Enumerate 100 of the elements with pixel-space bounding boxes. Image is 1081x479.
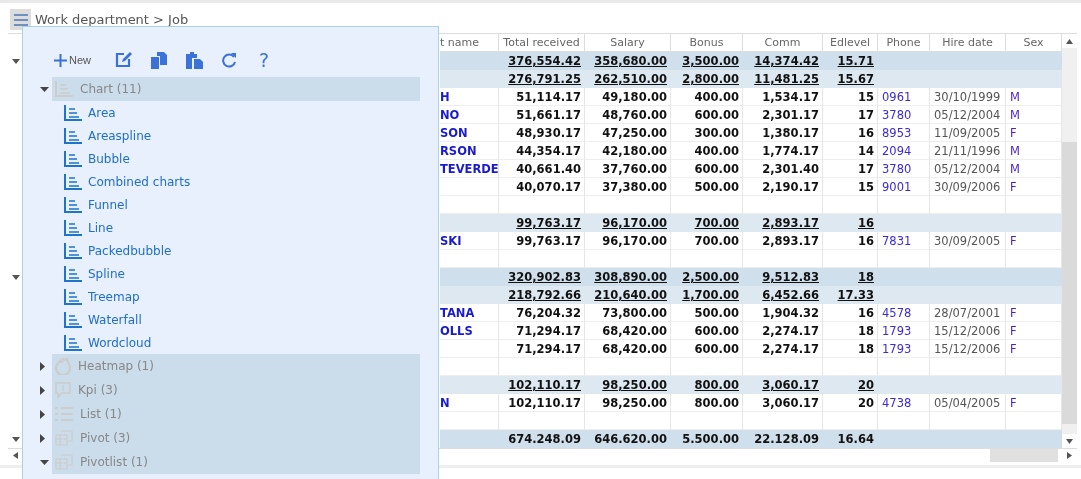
collapse-arrow-icon[interactable] bbox=[12, 274, 20, 280]
chart-icon bbox=[64, 173, 82, 190]
scroll-thumb[interactable] bbox=[1062, 142, 1077, 424]
refresh-icon[interactable] bbox=[222, 52, 237, 68]
table-cell: 30/09/2005 bbox=[934, 234, 1001, 248]
table-cell: 17.33 bbox=[837, 288, 874, 302]
tree-item[interactable]: Bubble bbox=[64, 147, 130, 170]
table-cell: 2094 bbox=[882, 144, 912, 158]
collapse-arrow-icon[interactable] bbox=[12, 436, 20, 442]
scroll-left-icon[interactable] bbox=[13, 452, 18, 459]
table-cell: F bbox=[1010, 396, 1017, 410]
tree-category[interactable]: Pivotlist (1) bbox=[52, 450, 420, 474]
table-cell: 20 bbox=[858, 378, 874, 392]
plus-icon bbox=[54, 53, 67, 67]
tree-item[interactable]: Funnel bbox=[64, 193, 128, 216]
table-cell: 11,481.25 bbox=[754, 72, 819, 86]
table-cell: 674.248.09 bbox=[508, 432, 581, 446]
table-cell: 16 bbox=[858, 216, 874, 230]
table-cell: 2,274.17 bbox=[762, 324, 819, 338]
tree-item[interactable]: Packedbubble bbox=[64, 239, 172, 262]
table-cell: 1793 bbox=[882, 342, 912, 356]
tree-category[interactable]: Kpi (3) bbox=[52, 378, 420, 402]
table-cell: 2,301.40 bbox=[762, 162, 819, 176]
table-icon bbox=[55, 430, 73, 446]
table-cell: 400.00 bbox=[694, 144, 739, 158]
table-cell: 30/09/2006 bbox=[934, 180, 1001, 194]
tree-category[interactable]: Heatmap (1) bbox=[52, 354, 420, 378]
table-cell: 2,893.17 bbox=[762, 234, 819, 248]
chart-icon bbox=[64, 127, 82, 144]
table-cell: 18 bbox=[858, 270, 874, 284]
table-cell: RSON bbox=[440, 144, 477, 158]
table-cell: 98,250.00 bbox=[602, 396, 667, 410]
table-cell: 37,380.00 bbox=[602, 180, 667, 194]
table-cell: 05/12/2004 bbox=[934, 162, 1001, 176]
table-cell: 15.67 bbox=[837, 72, 874, 86]
tree-item[interactable]: Line bbox=[64, 216, 113, 239]
tree-item[interactable]: Treemap bbox=[64, 285, 140, 308]
scroll-down-icon[interactable] bbox=[1066, 438, 1073, 444]
table-cell: 2,190.17 bbox=[762, 180, 819, 194]
table-cell: 2,301.17 bbox=[762, 108, 819, 122]
table-cell: 800.00 bbox=[694, 396, 739, 410]
comment-icon bbox=[55, 381, 71, 399]
chart-icon bbox=[64, 104, 82, 121]
menu-button[interactable] bbox=[10, 9, 31, 30]
chart-icon bbox=[64, 219, 82, 236]
table-cell: N bbox=[440, 396, 450, 410]
table-cell: 14,374.42 bbox=[754, 54, 819, 68]
breadcrumb: Work department > Job bbox=[35, 12, 189, 27]
table-cell: 700.00 bbox=[694, 234, 739, 248]
scroll-up-icon[interactable] bbox=[1066, 38, 1073, 44]
edit-icon[interactable] bbox=[115, 52, 132, 68]
scroll-right-icon[interactable] bbox=[1067, 452, 1072, 459]
table-cell: 21/11/1996 bbox=[934, 144, 1001, 158]
table-cell: 102,110.17 bbox=[508, 378, 581, 392]
collapse-arrow-icon[interactable] bbox=[12, 58, 20, 64]
table-cell: F bbox=[1010, 342, 1017, 356]
collapse-arrow-icon[interactable] bbox=[40, 459, 52, 465]
tree-item[interactable]: Area bbox=[64, 101, 116, 124]
table-cell: 18 bbox=[858, 324, 874, 338]
scroll-thumb[interactable] bbox=[990, 449, 1058, 462]
table-cell: 05/12/2004 bbox=[934, 108, 1001, 122]
table-cell: 40,661.40 bbox=[516, 162, 581, 176]
table-cell: 276,791.25 bbox=[508, 72, 581, 86]
chart-icon bbox=[64, 288, 82, 305]
table-cell: 51,661.17 bbox=[516, 108, 581, 122]
table-cell: 308,890.00 bbox=[594, 270, 667, 284]
table-cell: 1,904.32 bbox=[762, 306, 819, 320]
collapse-arrow-icon[interactable] bbox=[40, 86, 52, 92]
table-cell: F bbox=[1010, 180, 1017, 194]
tree-item[interactable]: Combined charts bbox=[64, 170, 191, 193]
tree-category[interactable]: Chart (11) bbox=[52, 77, 420, 101]
tree-category[interactable]: Pivot (3) bbox=[52, 426, 420, 450]
table-cell: 51,114.17 bbox=[516, 90, 581, 104]
tree-item[interactable]: Areaspline bbox=[64, 124, 152, 147]
category-label: Kpi (3) bbox=[78, 383, 118, 397]
chart-icon bbox=[64, 150, 82, 167]
table-cell: F bbox=[1010, 324, 1017, 338]
table-cell: F bbox=[1010, 126, 1017, 140]
vertical-scrollbar[interactable] bbox=[1062, 34, 1077, 448]
table-cell: 600.00 bbox=[694, 342, 739, 356]
tree-item[interactable]: Spline bbox=[64, 262, 125, 285]
table-cell: 15 bbox=[858, 90, 874, 104]
copy-icon[interactable] bbox=[151, 51, 167, 69]
table-cell: 1,380.17 bbox=[762, 126, 819, 140]
tree-category[interactable]: List (1) bbox=[52, 402, 420, 426]
table-cell: 300.00 bbox=[694, 126, 739, 140]
table-cell: 37,760.00 bbox=[602, 162, 667, 176]
tree-item[interactable]: Waterfall bbox=[64, 308, 142, 331]
flame-icon bbox=[55, 357, 71, 375]
tree-item[interactable]: Wordcloud bbox=[64, 331, 152, 354]
table-cell: H bbox=[440, 90, 450, 104]
table-icon bbox=[55, 454, 73, 470]
paste-icon[interactable] bbox=[186, 51, 203, 69]
new-button[interactable]: New bbox=[54, 53, 91, 67]
table-cell: 376,554.42 bbox=[508, 54, 581, 68]
table-cell: F bbox=[1010, 306, 1017, 320]
table-cell: 9,512.83 bbox=[762, 270, 819, 284]
help-button[interactable]: ? bbox=[259, 49, 270, 71]
table-cell: 11/09/2005 bbox=[934, 126, 1001, 140]
table-cell: 4738 bbox=[882, 396, 912, 410]
